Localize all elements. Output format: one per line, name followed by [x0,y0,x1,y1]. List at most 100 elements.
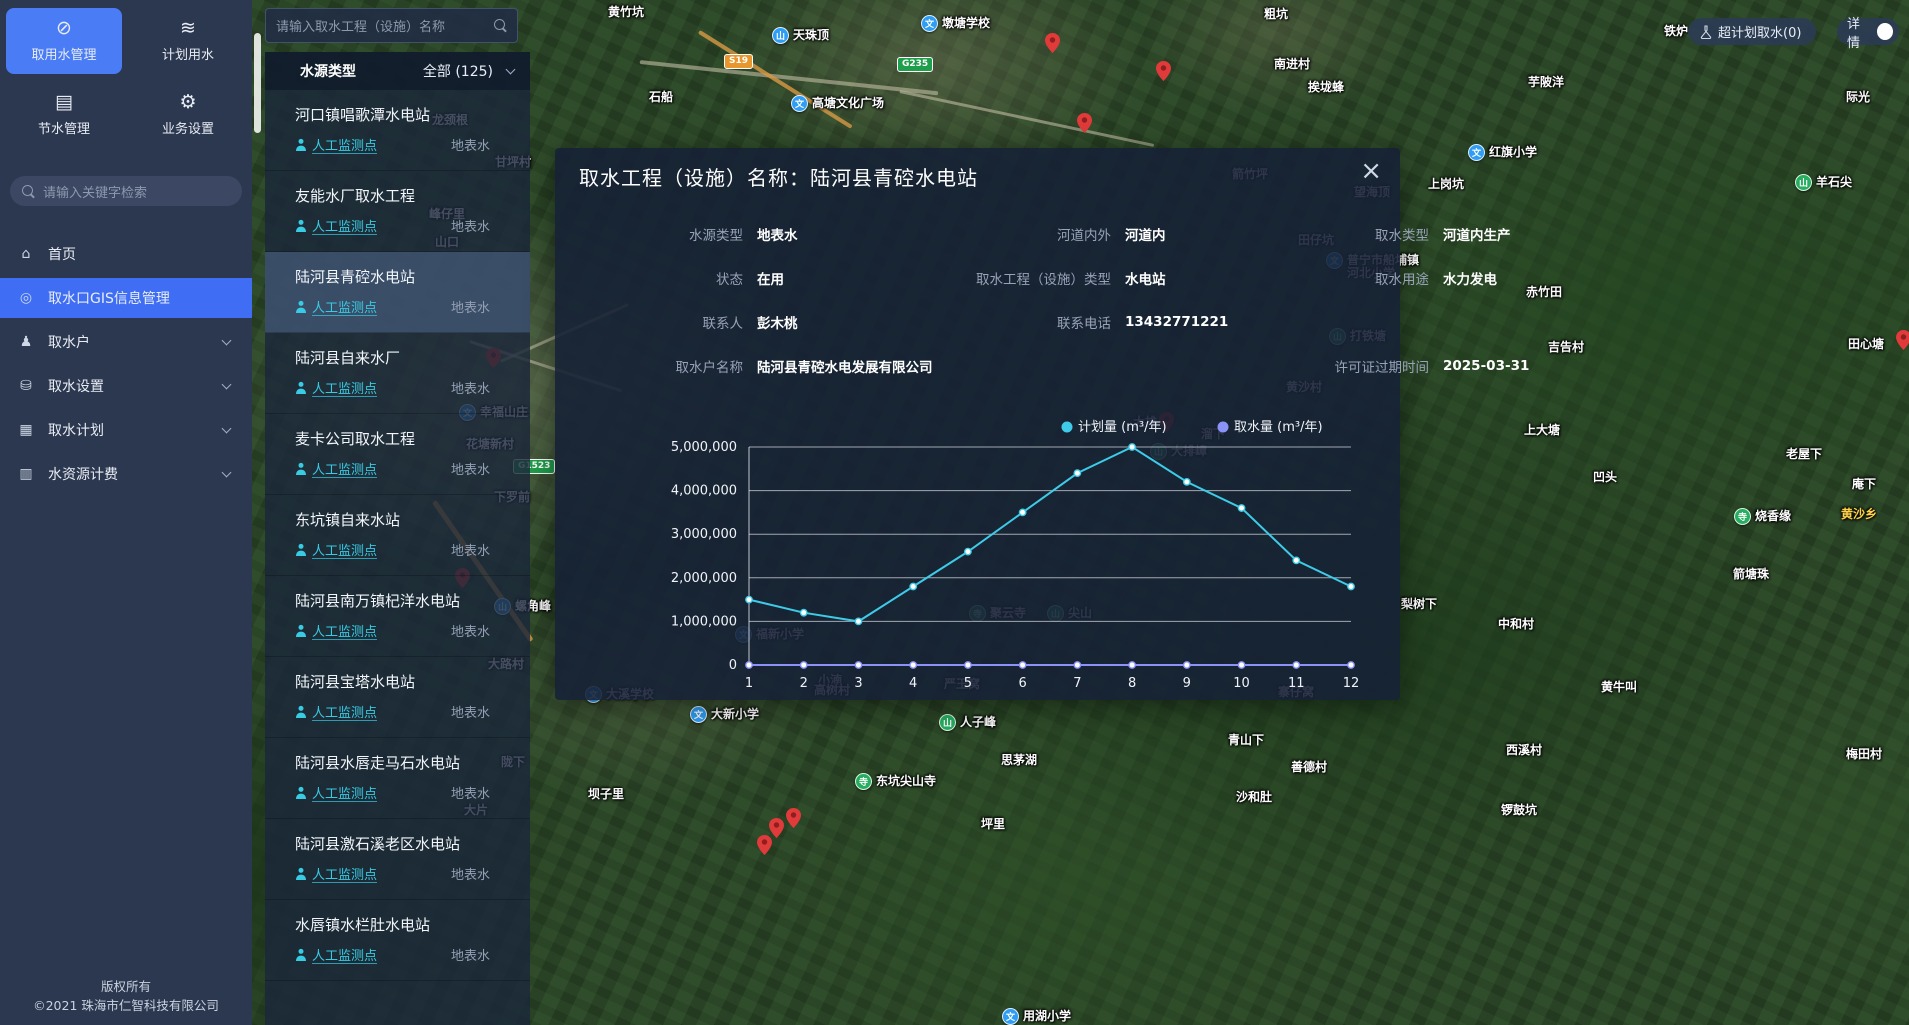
data-point[interactable] [1184,479,1190,485]
manual-monitor-link[interactable]: 人工监测点 [295,702,377,721]
data-point[interactable] [1074,662,1080,668]
data-point[interactable] [1238,505,1244,511]
sidebar-search-input[interactable]: 请输入关键字检索 [10,176,242,206]
station-search-input[interactable]: 请输入取水工程（设施）名称 [265,8,518,43]
data-point[interactable] [801,662,807,668]
app-tile-0[interactable]: ⊘ 取用水管理 [6,8,122,74]
data-point[interactable] [855,618,861,624]
station-list-item[interactable]: 陆河县宝塔水电站 人工监测点 地表水 [265,657,530,738]
blue-poi-icon[interactable]: 文 [1002,1008,1019,1025]
x-tick-label: 10 [1233,676,1250,690]
blue-poi-icon[interactable]: 山 [772,27,789,44]
data-point[interactable] [1019,662,1025,668]
blue-poi-icon[interactable]: 文 [690,706,707,723]
water-source-filter[interactable]: 水源类型 全部 (125) [265,52,530,90]
green-poi-icon[interactable]: 寺 [1734,508,1751,525]
data-point[interactable] [801,609,807,615]
chevron-down-icon [222,380,232,390]
blue-poi-icon[interactable]: 文 [921,15,938,32]
detail-toggle-label: 详情 [1847,13,1871,51]
station-list-item[interactable]: 陆河县水唇走马石水电站 人工监测点 地表水 [265,738,530,819]
data-point[interactable] [746,662,752,668]
green-poi-icon[interactable]: 山 [1795,174,1812,191]
detail-toggle[interactable]: 详情 [1837,18,1899,45]
green-poi-icon[interactable]: 山 [939,714,956,731]
map-place-label: 梨树下 [1401,598,1437,611]
map-place-label: 吉告村 [1548,341,1584,354]
y-tick-label: 5,000,000 [671,440,737,455]
manual-monitor-link[interactable]: 人工监测点 [295,216,377,235]
data-point[interactable] [910,583,916,589]
field-label: 河道内外 [936,224,1111,244]
manual-monitor-link[interactable]: 人工监测点 [295,459,377,478]
data-point[interactable] [1074,470,1080,476]
toggle-knob[interactable] [1877,23,1893,40]
data-point[interactable] [855,662,861,668]
data-point[interactable] [1348,583,1354,589]
map-red-pin[interactable] [1896,330,1909,354]
over-plan-water-button[interactable]: 超计划取水(0) [1688,18,1816,45]
water-type-label: 地表水 [451,702,512,721]
sidebar-item-0[interactable]: ⌂ 首页 [0,234,252,274]
data-point[interactable] [1129,444,1135,450]
manual-monitor-link[interactable]: 人工监测点 [295,864,377,883]
legend-swatch[interactable] [1062,422,1073,433]
map-poi-label: 人子峰 [960,716,996,729]
data-point[interactable] [1184,662,1190,668]
manual-monitor-link[interactable]: 人工监测点 [295,378,377,397]
manual-monitor-link[interactable]: 人工监测点 [295,945,377,964]
field-label: 状态 [583,268,743,288]
manual-monitor-link[interactable]: 人工监测点 [295,297,377,316]
data-point[interactable] [1238,662,1244,668]
water-type-label: 地表水 [451,135,512,154]
data-point[interactable] [746,596,752,602]
blue-poi-icon[interactable]: 文 [791,95,808,112]
data-point[interactable] [965,662,971,668]
manual-monitor-link[interactable]: 人工监测点 [295,621,377,640]
station-list-item[interactable]: 水唇镇水栏肚水电站 人工监测点 地表水 [265,900,530,981]
sidebar-item-5[interactable]: ▥ 水资源计费 [0,454,252,494]
data-point[interactable] [910,662,916,668]
data-point[interactable] [1129,662,1135,668]
map-place-label: 锣鼓坑 [1501,804,1537,817]
legend-swatch[interactable] [1218,422,1229,433]
sidebar-item-2[interactable]: ♟ 取水户 [0,322,252,362]
x-tick-label: 1 [745,676,753,690]
map-red-pin[interactable] [757,835,772,859]
sidebar-item-4[interactable]: ▦ 取水计划 [0,410,252,450]
station-list-item[interactable]: 陆河县激石溪老区水电站 人工监测点 地表水 [265,819,530,900]
data-point[interactable] [1348,662,1354,668]
app-root: 黄竹坑石船龙颈根甘坪村峰仔里山口粗坑南进村挨垅蜂芋陂洋际光铁炉箭竹坪望海顶上岗坑… [0,0,1909,1025]
sidebar-item-1[interactable]: ◎ 取水口GIS信息管理 [0,278,252,318]
panel-scrollbar[interactable] [254,33,261,133]
app-tile-1[interactable]: ≋ 计划用水 [130,8,246,74]
station-list-item[interactable]: 河口镇唱歌潭水电站 人工监测点 地表水 [265,90,530,171]
manual-monitor-link[interactable]: 人工监测点 [295,135,377,154]
station-list-item[interactable]: 陆河县南万镇杞洋水电站 人工监测点 地表水 [265,576,530,657]
station-list-item[interactable]: 麦卡公司取水工程 人工监测点 地表水 [265,414,530,495]
map-red-pin[interactable] [1156,61,1171,85]
station-name: 陆河县水唇走马石水电站 [295,752,512,773]
green-poi-icon[interactable]: 寺 [855,773,872,790]
app-tile-2[interactable]: ▤ 节水管理 [6,82,122,148]
close-icon[interactable]: × [1360,156,1382,186]
station-list-item[interactable]: 陆河县青硿水电站 人工监测点 地表水 [265,252,530,333]
station-name: 陆河县自来水厂 [295,347,512,368]
map-red-pin[interactable] [1045,33,1060,57]
manual-monitor-link[interactable]: 人工监测点 [295,783,377,802]
data-point[interactable] [1019,509,1025,515]
data-point[interactable] [965,548,971,554]
chevron-down-icon [222,468,232,478]
station-list-item[interactable]: 友能水厂取水工程 人工监测点 地表水 [265,171,530,252]
app-tile-3[interactable]: ⚙ 业务设置 [130,82,246,148]
map-red-pin[interactable] [786,808,801,832]
sidebar-item-3[interactable]: ⛁ 取水设置 [0,366,252,406]
map-red-pin[interactable] [1077,113,1092,137]
station-list-item[interactable]: 陆河县自来水厂 人工监测点 地表水 [265,333,530,414]
map-place-label: 善德村 [1291,761,1327,774]
station-list-item[interactable]: 东坑镇自来水站 人工监测点 地表水 [265,495,530,576]
blue-poi-icon[interactable]: 文 [1468,144,1485,161]
data-point[interactable] [1293,662,1299,668]
data-point[interactable] [1293,557,1299,563]
manual-monitor-link[interactable]: 人工监测点 [295,540,377,559]
